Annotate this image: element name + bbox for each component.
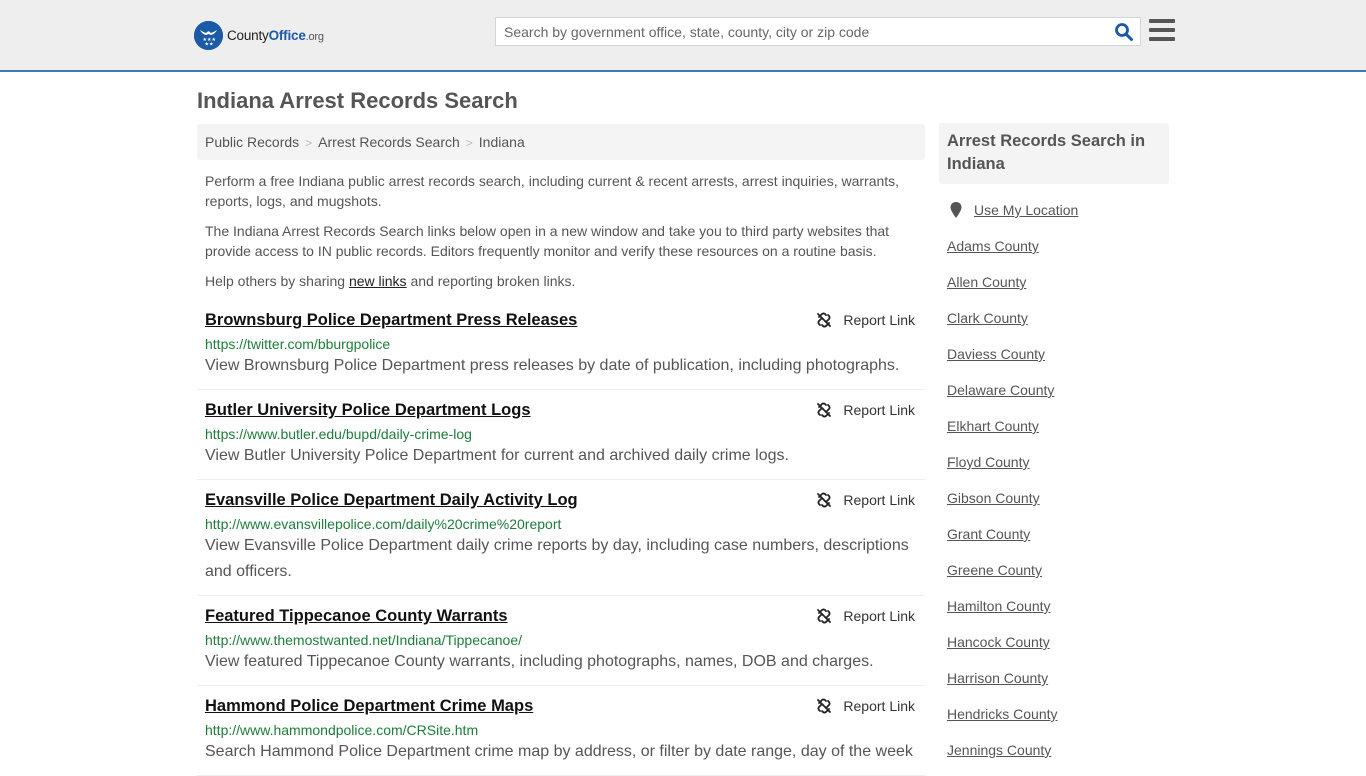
breadcrumb-public-records[interactable]: Public Records [205,134,299,150]
menu-bar [1149,19,1175,23]
county-link[interactable]: Elkhart County [947,415,1169,437]
report-link-button[interactable]: Report Link [816,608,915,624]
result-description: View Evansville Police Department daily … [205,537,909,580]
result-url: https://www.butler.edu/bupd/daily-crime-… [205,426,472,442]
county-link[interactable]: Adams County [947,235,1169,257]
broken-link-icon [817,492,832,508]
result-title-link[interactable]: Evansville Police Department Daily Activ… [205,490,578,511]
county-link[interactable]: Greene County [947,559,1169,581]
county-link[interactable]: Gibson County [947,487,1169,509]
breadcrumb-indiana[interactable]: Indiana [479,134,525,150]
map-pin-icon [950,202,962,218]
result-url: http://www.hammondpolice.com/CRSite.htm [205,722,479,738]
breadcrumb-separator: > [305,136,313,150]
menu-bar [1149,37,1175,41]
svg-text:★★: ★★ [205,41,214,47]
hamburger-menu-icon[interactable] [1149,19,1175,42]
report-link-button[interactable]: Report Link [816,402,915,418]
county-link[interactable]: Delaware County [947,379,1169,401]
county-link[interactable]: Clark County [947,307,1169,329]
broken-link-icon [817,608,832,624]
result-title-link[interactable]: Featured Tippecanoe County Warrants [205,606,508,627]
county-link[interactable]: Floyd County [947,451,1169,473]
report-link-button[interactable]: Report Link [816,492,915,508]
logo-wordmark: CountyOffice.org [227,27,324,43]
search-input[interactable] [496,18,1106,45]
result-title-link[interactable]: Brownsburg Police Department Press Relea… [205,310,577,331]
result-url: http://www.evansvillepolice.com/daily%20… [205,516,562,532]
new-links-link[interactable]: new links [349,273,407,289]
breadcrumb-arrest-records-search[interactable]: Arrest Records Search [318,134,460,150]
county-link[interactable]: Daviess County [947,343,1169,365]
county-link[interactable]: Jennings County [947,739,1169,761]
result-item: Brownsburg Police Department Press Relea… [197,300,925,390]
intro-paragraph-3: Help others by sharing new links and rep… [205,273,576,289]
county-link[interactable]: Grant County [947,523,1169,545]
use-my-location-link[interactable]: Use My Location [974,199,1078,221]
logo-link[interactable]: ★★★ ★★ CountyOffice.org [194,20,324,50]
broken-link-icon [817,402,832,418]
site-header: ★★★ ★★ CountyOffice.org [0,0,1366,72]
breadcrumb: Public Records > Arrest Records Search > Ind… [197,124,925,160]
result-description: View Brownsburg Police Department press … [205,357,900,374]
breadcrumb-separator: > [465,136,473,150]
eagle-stars-logo-icon: ★★★ ★★ [194,20,223,50]
result-description: View featured Tippecanoe County warrants… [205,653,874,670]
broken-link-icon [817,698,832,714]
county-link[interactable]: Harrison County [947,667,1169,689]
page-title: Indiana Arrest Records Search [197,88,518,113]
sidebar-heading: Arrest Records Search in Indiana [939,123,1169,184]
county-link[interactable]: Hamilton County [947,595,1169,617]
report-link-button[interactable]: Report Link [816,312,915,328]
results-list: Brownsburg Police Department Press Relea… [197,300,925,776]
result-item: Hammond Police Department Crime Maps Rep… [197,686,925,776]
broken-link-icon [817,312,832,328]
intro-text: Perform a free Indiana public arrest rec… [205,171,917,301]
county-link[interactable]: Allen County [947,271,1169,293]
county-list: Use My Location Adams County Allen Count… [947,199,1169,775]
result-url: https://twitter.com/bburgpolice [205,336,391,352]
intro-paragraph-1: Perform a free Indiana public arrest rec… [205,173,900,209]
result-item: Featured Tippecanoe County Warrants Repo… [197,596,925,686]
menu-bar [1149,28,1175,32]
county-link[interactable]: Hancock County [947,631,1169,653]
search-icon[interactable] [1114,22,1134,42]
result-url: http://www.themostwanted.net/Indiana/Tip… [205,632,523,648]
search-box [495,17,1141,46]
result-item: Evansville Police Department Daily Activ… [197,480,925,596]
result-item: Butler University Police Department Logs… [197,390,925,480]
result-description: Search Hammond Police Department crime m… [205,743,913,760]
county-link[interactable]: Hendricks County [947,703,1169,725]
result-description: View Butler University Police Department… [205,447,789,464]
intro-paragraph-2: The Indiana Arrest Records Search links … [205,223,890,259]
result-title-link[interactable]: Hammond Police Department Crime Maps [205,696,533,717]
report-link-button[interactable]: Report Link [816,698,915,714]
use-my-location[interactable]: Use My Location [947,199,1169,221]
result-title-link[interactable]: Butler University Police Department Logs [205,400,531,421]
